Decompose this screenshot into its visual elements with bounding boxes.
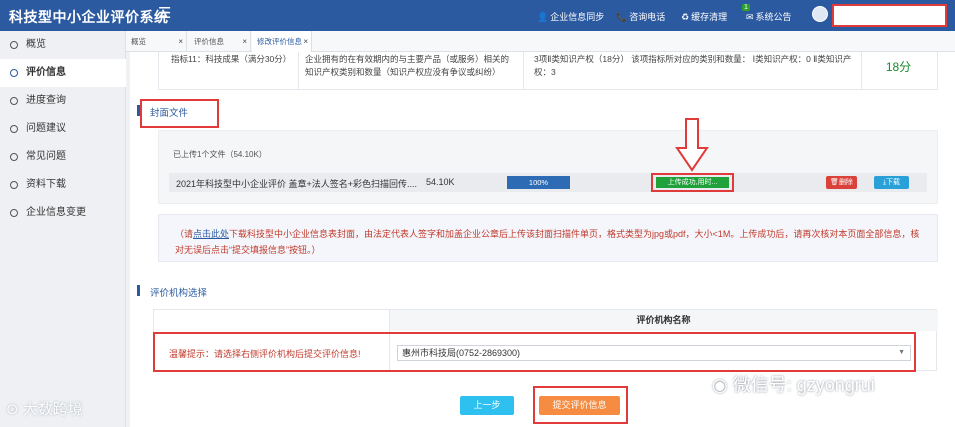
score-table-row: 指标11：科技成果（满分30分） 企业拥有的在有效期内的与主要产品（或服务）相关… <box>158 52 938 90</box>
watermark-left: ⊙ 大数跨境 <box>6 398 83 419</box>
cover-title-highlight <box>140 99 219 128</box>
institution-select[interactable]: 惠州市科技局(0752-2869300) ▼ <box>397 345 911 361</box>
circle-icon <box>10 97 18 105</box>
download-button[interactable]: ⤓下载 <box>874 176 909 189</box>
institution-section-title: 评价机构选择 <box>150 288 208 299</box>
download-cover-link[interactable]: 点击此处 <box>193 229 229 239</box>
watermark-left-text: 大数跨境 <box>22 401 83 418</box>
file-size: 54.10K <box>426 177 455 187</box>
circle-icon <box>10 41 18 49</box>
clear-cache-link[interactable]: ♻ 缓存清理 <box>681 10 727 23</box>
close-icon[interactable]: × <box>242 31 247 52</box>
upload-panel: 已上传1个文件（54.10K） 2021年科技型中小企业评价 盖章+法人签名+彩… <box>158 130 938 204</box>
institution-row-highlight: 温馨提示：请选择右侧评价机构后提交评价信息! 惠州市科技局(0752-28693… <box>153 332 916 372</box>
sidebar-item-overview[interactable]: 概览 <box>0 31 126 59</box>
sync-enterprise-info-link[interactable]: 👤 企业信息同步 <box>537 10 604 23</box>
sidebar-item-downloads[interactable]: 资料下载 <box>0 171 126 199</box>
section-marker <box>137 285 140 296</box>
institution-selected-value: 惠州市科技局(0752-2869300) <box>402 348 521 358</box>
circle-icon <box>10 69 18 77</box>
watermark-right: ◉ 微信号: gzyongrui <box>712 371 875 397</box>
indicator-cell: 指标11：科技成果（满分30分） <box>159 52 299 90</box>
sidebar-item-feedback[interactable]: 问题建议 <box>0 115 126 143</box>
upload-status: 上传成功,用时... <box>656 177 729 188</box>
circle-icon <box>10 153 18 161</box>
description-cell: 企业拥有的在有效期内的与主要产品（或服务）相关的知识产权类别和数量（知识产权应没… <box>299 52 524 90</box>
score-value: 18分 <box>885 60 912 74</box>
file-row: 2021年科技型中小企业评价 盖章+法人签名+彩色扫描回传.... 54.10K… <box>169 173 927 192</box>
delete-button[interactable]: 🗑删除 <box>826 176 857 189</box>
note-text: 下载科技型中小企业信息表封面，由法定代表人签字和加盖企业公章后上传该封面扫描件单… <box>175 229 920 255</box>
circle-icon <box>10 181 18 189</box>
top-bar: 科技型中小企业评价系统 ☰ 👤 企业信息同步 📞 咨询电话 ♻ 缓存清理 1 ✉ 系统公… <box>0 0 955 31</box>
uploaded-count: 已上传1个文件（54.10K） <box>173 150 267 159</box>
tab-evaluation-info[interactable]: 评价信息 × <box>189 31 251 52</box>
user-icon: 👤 <box>537 12 549 22</box>
trash-icon: 🗑 <box>830 179 839 186</box>
institution-tip: 温馨提示：请选择右侧评价机构后提交评价信息! <box>169 349 361 359</box>
phone-icon: 📞 <box>616 12 628 22</box>
sidebar-item-label: 评价信息 <box>26 67 66 78</box>
institution-column-header: 评价机构名称 <box>389 310 938 331</box>
tab-label: 概览 <box>131 37 146 46</box>
file-name: 2021年科技型中小企业评价 盖章+法人签名+彩色扫描回传.... <box>176 179 418 189</box>
detail-cell: 3项Ⅱ类知识产权（18分） 该项指标所对应的类别和数量： Ⅰ类知识产权：0 Ⅱ类… <box>524 52 862 90</box>
download-label: 下载 <box>886 179 901 186</box>
system-notice-link[interactable]: 1 ✉ 系统公告 <box>742 4 792 23</box>
wechat-icon: ◉ <box>712 375 733 395</box>
note-prefix: （请 <box>175 229 194 239</box>
sidebar-item-label: 常见问题 <box>26 151 66 162</box>
mail-icon: ✉ <box>746 12 754 22</box>
tab-edit-evaluation-info[interactable]: 修改评价信息 × <box>252 31 312 52</box>
sidebar-item-label: 进度查询 <box>26 95 66 106</box>
tab-overview[interactable]: 概览 × <box>126 31 187 52</box>
tab-bar: 概览 × 评价信息 × 修改评价信息 × <box>126 31 955 52</box>
delete-label: 删除 <box>838 179 853 186</box>
consult-phone-link[interactable]: 📞 咨询电话 <box>616 10 665 23</box>
chevron-down-icon: ▼ <box>898 349 905 356</box>
close-icon[interactable]: × <box>303 31 308 52</box>
logo-icon: ⊙ <box>6 401 23 418</box>
sidebar-item-evaluation-info[interactable]: 评价信息 <box>0 59 126 87</box>
app-title: 科技型中小企业评价系统 <box>9 9 169 25</box>
notice-label: 系统公告 <box>755 12 792 22</box>
hamburger-icon[interactable]: ☰ <box>158 6 171 21</box>
sidebar-item-label: 问题建议 <box>26 123 66 134</box>
notice-count-badge: 1 <box>742 4 750 11</box>
submit-evaluation-button[interactable]: 提交评价信息 <box>539 396 620 415</box>
watermark-right-text: 微信号: gzyongrui <box>732 375 875 395</box>
upload-instruction-note: （请点击此处下载科技型中小企业信息表封面，由法定代表人签字和加盖企业公章后上传该… <box>158 214 938 262</box>
circle-icon <box>10 125 18 133</box>
sidebar: 概览 评价信息 进度查询 问题建议 常见问题 资料下载 企业信息变更 <box>0 31 126 427</box>
avatar[interactable] <box>812 6 828 22</box>
arrow-down-icon <box>675 118 709 172</box>
upload-progress-bar: 100% <box>507 176 570 189</box>
user-name-box[interactable] <box>832 4 947 27</box>
recycle-icon: ♻ <box>681 12 690 22</box>
sidebar-item-label: 概览 <box>26 39 46 50</box>
sidebar-item-progress[interactable]: 进度查询 <box>0 87 126 115</box>
tab-label: 评价信息 <box>194 37 224 46</box>
prev-step-button[interactable]: 上一步 <box>460 396 514 415</box>
cache-label: 缓存清理 <box>691 12 728 22</box>
sidebar-item-label: 资料下载 <box>26 179 66 190</box>
upload-status-highlight: 上传成功,用时... <box>651 173 734 192</box>
phone-label: 咨询电话 <box>629 12 666 22</box>
tab-label: 修改评价信息 <box>257 37 302 46</box>
sidebar-item-label: 企业信息变更 <box>26 207 86 218</box>
submit-highlight: 提交评价信息 <box>533 386 628 424</box>
sidebar-item-faq[interactable]: 常见问题 <box>0 143 126 171</box>
circle-icon <box>10 209 18 217</box>
close-icon[interactable]: × <box>178 31 183 52</box>
sidebar-item-info-change[interactable]: 企业信息变更 <box>0 199 126 227</box>
sync-label: 企业信息同步 <box>550 12 605 22</box>
